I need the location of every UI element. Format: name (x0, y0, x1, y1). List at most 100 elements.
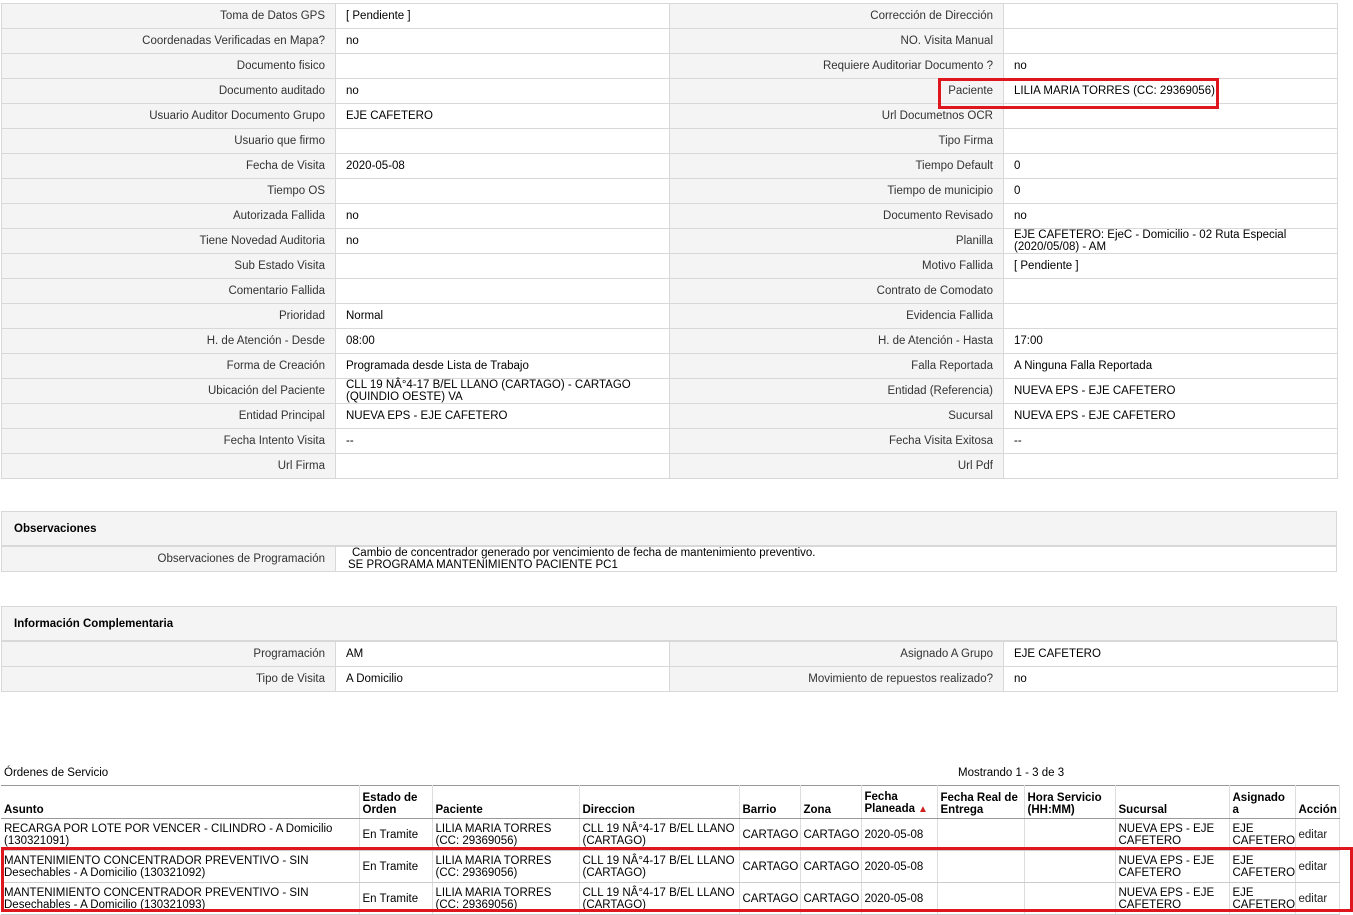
value-asignado-a-grupo: EJE CAFETERO (1003, 641, 1338, 667)
observaciones-label: Observaciones de Programación (1, 546, 336, 572)
value-planilla: EJE CAFETERO: EjeC - Domicilio - 02 Ruta… (1003, 228, 1338, 254)
observaciones-line1: Cambio de concentrador generado por venc… (352, 547, 816, 559)
label-documento-auditado: Documento auditado (1, 78, 336, 104)
column-header-label: Direccion (582, 804, 635, 816)
label-autorizada-fallida: Autorizada Fallida (1, 203, 336, 229)
detail-row: H. de Atención - Desde 08:00 H. de Atenció… (1, 328, 1338, 354)
value-h-de-atencion-hasta: 17:00 (1003, 328, 1338, 354)
detail-row: Fecha de Visita 2020-05-08 Tiempo Default 0 (1, 153, 1338, 179)
value-prioridad: Normal (335, 303, 670, 329)
detail-row: Ubicación del Paciente CLL 19 NÂ°4-17 B/E… (1, 378, 1338, 404)
label-motivo-fallida: Motivo Fallida (669, 253, 1004, 279)
label-evidencia-fallida: Evidencia Fallida (669, 303, 1004, 329)
value-entidad-principal: NUEVA EPS - EJE CAFETERO (335, 403, 670, 429)
detail-row: Coordenadas Verificadas en Mapa? no NO. Vi… (1, 28, 1338, 54)
value-autorizada-fallida: no (335, 203, 670, 229)
column-header-direccion[interactable]: Direccion (579, 785, 740, 819)
column-header-label: Barrio (742, 804, 777, 816)
label-coordenadas-verificadas-en-mapa: Coordenadas Verificadas en Mapa? (1, 28, 336, 54)
label-sucursal: Sucursal (669, 403, 1004, 429)
cell-hora-servicio-hh-mm (1024, 818, 1116, 851)
label-tiempo-os: Tiempo OS (1, 178, 336, 204)
cell-fecha-real-de-entrega (937, 818, 1025, 851)
value-toma-de-datos-gps: [ Pendiente ] (335, 3, 670, 29)
label-tiene-novedad-auditoria: Tiene Novedad Auditoria (1, 228, 336, 254)
value-programacion: AM (335, 641, 670, 667)
value-forma-de-creacion: Programada desde Lista de Trabajo (335, 353, 670, 379)
value-movimiento-de-repuestos-realizado: no (1003, 666, 1338, 692)
column-header-label: Acción (1298, 804, 1337, 816)
column-header-zona[interactable]: Zona (800, 785, 862, 819)
column-header-estado-de-orden[interactable]: Estado de Orden (359, 785, 433, 819)
column-header-label: Fecha Planeada (864, 791, 916, 815)
label-movimiento-de-repuestos-realizado: Movimiento de repuestos realizado? (669, 666, 1004, 692)
value-tiempo-de-municipio: 0 (1003, 178, 1338, 204)
complementaria-row: Tipo de Visita A Domicilio Movimiento de r… (1, 666, 1338, 692)
value-no-visita-manual (1003, 28, 1338, 54)
edit-link[interactable]: editar (1295, 818, 1340, 851)
value-requiere-auditoriar-documento: no (1003, 53, 1338, 79)
value-contrato-de-comodato (1003, 278, 1338, 304)
label-url-pdf: Url Pdf (669, 453, 1004, 479)
label-comentario-fallida: Comentario Fallida (1, 278, 336, 304)
column-header-fecha-planeada[interactable]: Fecha Planeada ▲ (861, 785, 938, 819)
cell-direccion: CLL 19 NÂ°4-17 B/EL LLANO (CARTAGO) (579, 818, 740, 851)
complementaria-title: Información Complementaria (1, 606, 1337, 641)
label-tipo-firma: Tipo Firma (669, 128, 1004, 154)
label-planilla: Planilla (669, 228, 1004, 254)
value-url-firma (335, 453, 670, 479)
detail-row: Comentario Fallida Contrato de Comodato (1, 278, 1338, 304)
column-header-label: Fecha Real de Entrega (940, 792, 1018, 816)
value-url-pdf (1003, 453, 1338, 479)
column-header-label: Estado de Orden (362, 792, 418, 816)
detail-row: Toma de Datos GPS[ Pendiente ] Corrección… (1, 3, 1338, 29)
detail-row: Entidad Principal NUEVA EPS - EJE CAFETER… (1, 403, 1338, 429)
observaciones-section: Observaciones Observaciones de Programac… (1, 511, 1337, 572)
label-sub-estado-visita: Sub Estado Visita (1, 253, 336, 279)
column-header-barrio[interactable]: Barrio (739, 785, 801, 819)
value-fecha-intento-visita: -- (335, 428, 670, 454)
column-header-sucursal[interactable]: Sucursal (1115, 785, 1230, 819)
column-header-asunto[interactable]: Asunto (1, 785, 360, 819)
observaciones-value: Cambio de concentrador generado por venc… (335, 546, 1337, 572)
detail-row: Forma de Creación Programada desde Lista … (1, 353, 1338, 379)
cell-sucursal: NUEVA EPS - EJE CAFETERO (1115, 818, 1230, 851)
label-correccion-de-direccion: Corrección de Dirección (669, 3, 1004, 29)
label-no-visita-manual: NO. Visita Manual (669, 28, 1004, 54)
observaciones-line2: SE PROGRAMA MANTENIMIENTO PACIENTE PC1 (348, 559, 618, 571)
label-prioridad: Prioridad (1, 303, 336, 329)
sort-ascending-icon[interactable]: ▲ (918, 804, 928, 815)
cell-fecha-planeada: 2020-05-08 (861, 818, 938, 851)
column-header-asignado-a[interactable]: Asignado a (1229, 785, 1296, 819)
label-toma-de-datos-gps: Toma de Datos GPS (1, 3, 336, 29)
label-fecha-visita-exitosa: Fecha Visita Exitosa (669, 428, 1004, 454)
value-usuario-que-firmo (335, 128, 670, 154)
column-header-label: Sucursal (1118, 804, 1168, 816)
column-header-paciente[interactable]: Paciente (432, 785, 580, 819)
value-comentario-fallida (335, 278, 670, 304)
label-falla-reportada: Falla Reportada (669, 353, 1004, 379)
column-header-label: Asignado a (1232, 792, 1285, 816)
label-usuario-auditor-documento-grupo: Usuario Auditor Documento Grupo (1, 103, 336, 129)
detail-row: Autorizada Fallida no Documento Revisado no (1, 203, 1338, 229)
label-tiempo-de-municipio: Tiempo de municipio (669, 178, 1004, 204)
cell-barrio: CARTAGO (739, 818, 801, 851)
label-forma-de-creacion: Forma de Creación (1, 353, 336, 379)
value-fecha-visita-exitosa: -- (1003, 428, 1338, 454)
label-documento-revisado: Documento Revisado (669, 203, 1004, 229)
column-header-hora-servicio-hh-mm[interactable]: Hora Servicio (HH:MM) (1024, 785, 1116, 819)
value-correccion-de-direccion (1003, 3, 1338, 29)
orders-highlight-box (1, 847, 1353, 912)
detail-row: Documento fisico Requiere Auditoriar Docu… (1, 53, 1338, 79)
detail-row: Prioridad Normal Evidencia Fallida (1, 303, 1338, 329)
column-header-accion[interactable]: Acción (1295, 785, 1340, 819)
value-motivo-fallida: [ Pendiente ] (1003, 253, 1338, 279)
cell-paciente: LILIA MARIA TORRES (CC: 29369056) (432, 818, 580, 851)
value-coordenadas-verificadas-en-mapa: no (335, 28, 670, 54)
label-tiempo-default: Tiempo Default (669, 153, 1004, 179)
label-requiere-auditoriar-documento: Requiere Auditoriar Documento ? (669, 53, 1004, 79)
value-tipo-de-visita: A Domicilio (335, 666, 670, 692)
column-header-fecha-real-de-entrega[interactable]: Fecha Real de Entrega (937, 785, 1025, 819)
column-header-label: Hora Servicio (HH:MM) (1027, 792, 1102, 816)
value-tiene-novedad-auditoria: no (335, 228, 670, 254)
